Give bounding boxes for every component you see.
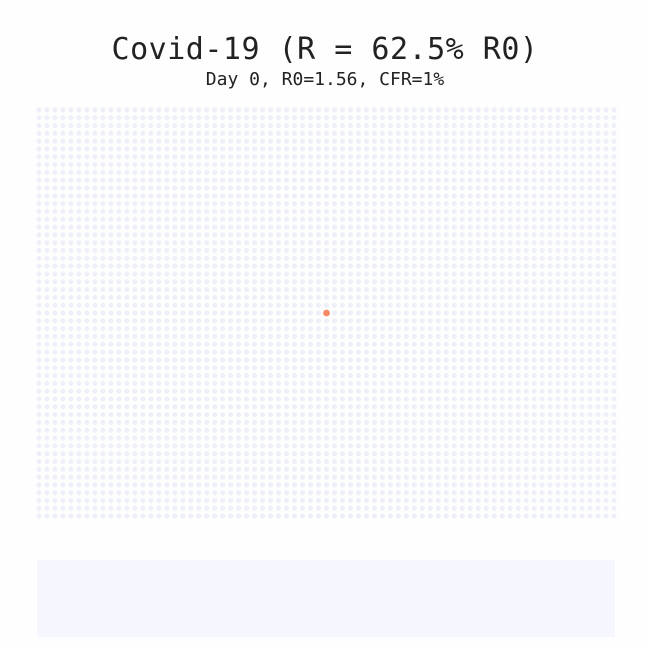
timeline-chart-area: [37, 560, 615, 637]
page-title: Covid-19 (R = 62.5% R0): [111, 32, 539, 67]
page-subtitle: Day 0, R0=1.56, CFR=1%: [205, 69, 445, 90]
population-grid: [36, 107, 617, 519]
infected-dot: [323, 309, 330, 317]
